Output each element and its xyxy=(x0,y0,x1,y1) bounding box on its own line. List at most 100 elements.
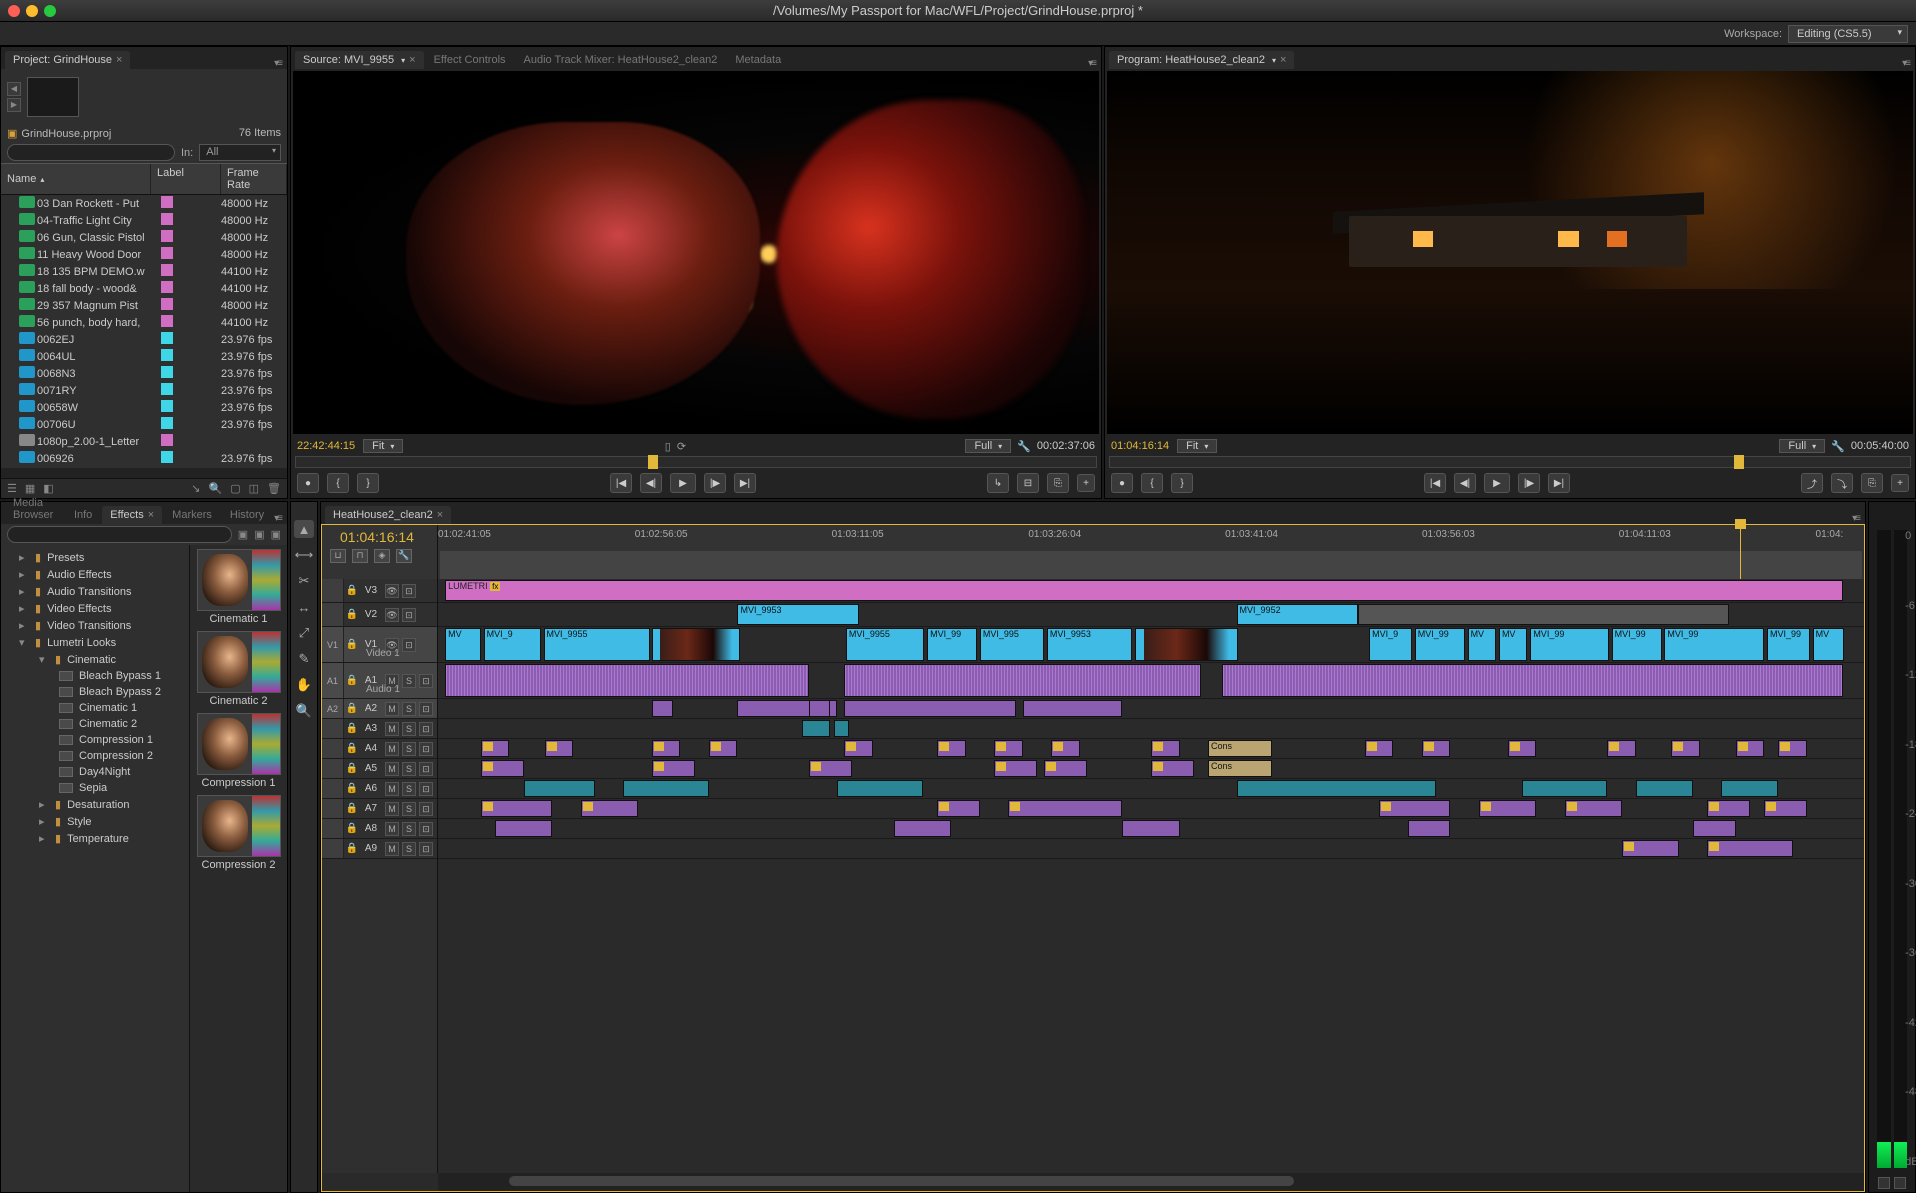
lock-icon[interactable]: 🔒 xyxy=(344,783,360,794)
source-in-timecode[interactable]: 22:42:44:15 xyxy=(297,440,355,452)
label-color[interactable] xyxy=(161,196,173,208)
sync-lock-toggle[interactable]: ⊡ xyxy=(419,782,433,796)
clip[interactable] xyxy=(837,780,923,797)
panel-menu-icon[interactable]: ▾≡ xyxy=(274,58,281,69)
clip[interactable] xyxy=(445,664,809,697)
label-color[interactable] xyxy=(161,281,173,293)
bin-list[interactable]: 03 Dan Rockett - Put 48000 Hz 04-Traffic… xyxy=(1,195,287,466)
effects-folder[interactable]: ▸▮Video Transitions xyxy=(1,617,189,634)
track-header[interactable]: 🔒 V2 👁 ⊡ xyxy=(322,603,437,627)
tool-0[interactable]: ▲ xyxy=(294,520,314,538)
toggle-output[interactable]: M xyxy=(385,742,399,756)
track-header[interactable]: 🔒 V3 👁 ⊡ xyxy=(322,579,437,603)
step-back-button[interactable]: ◀| xyxy=(640,473,662,493)
lock-icon[interactable]: 🔒 xyxy=(344,723,360,734)
close-icon[interactable]: × xyxy=(437,509,443,521)
tool-4[interactable]: ⤢ xyxy=(294,624,314,642)
clip[interactable]: MVI_9952 xyxy=(1237,604,1358,625)
bin-row[interactable]: 06 Gun, Classic Pistol 48000 Hz xyxy=(1,229,287,246)
clip[interactable] xyxy=(844,740,873,757)
clip[interactable] xyxy=(937,800,980,817)
clip[interactable] xyxy=(1707,800,1750,817)
solo-toggle[interactable]: S xyxy=(402,742,416,756)
tab-effects[interactable]: Effects× xyxy=(102,506,162,524)
lock-icon[interactable]: 🔒 xyxy=(344,675,360,686)
program-resolution-dropdown[interactable]: Full xyxy=(1779,439,1825,453)
clip[interactable] xyxy=(1778,740,1807,757)
clip[interactable]: MV xyxy=(1499,628,1528,661)
lock-icon[interactable]: 🔒 xyxy=(344,639,360,650)
next-clip-button[interactable]: ▶ xyxy=(7,98,21,112)
lumetri-thumb[interactable]: Compression 2 xyxy=(194,795,283,871)
track-header[interactable]: 🔒 A6 M S ⊡ xyxy=(322,779,437,799)
source-patch[interactable]: A2 xyxy=(322,699,344,718)
clip[interactable]: MVI_9 xyxy=(1369,628,1412,661)
clip[interactable] xyxy=(1008,800,1122,817)
program-timecode[interactable]: 01:04:16:14 xyxy=(1111,440,1169,452)
clip[interactable]: MVI_9955 xyxy=(846,628,924,661)
tab-project[interactable]: Project: GrindHouse× xyxy=(5,51,130,69)
bin-row[interactable]: 11 Heavy Wood Door 48000 Hz xyxy=(1,246,287,263)
bin-row[interactable]: 0062EJ 23.976 fps xyxy=(1,331,287,348)
automate-seq-icon[interactable]: ↘ xyxy=(191,482,200,495)
clip[interactable] xyxy=(709,740,738,757)
clip[interactable]: Cons xyxy=(1208,740,1272,757)
lock-icon[interactable]: 🔒 xyxy=(344,763,360,774)
solo-toggle[interactable]: S xyxy=(402,722,416,736)
track-header[interactable]: V1 🔒 V1 👁 ⊡ Video 1 xyxy=(322,627,437,663)
effects-folder[interactable]: ▸▮Video Effects xyxy=(1,600,189,617)
tab-markers[interactable]: Markers xyxy=(164,506,220,524)
lumetri-thumb[interactable]: Cinematic 1 xyxy=(194,549,283,625)
clip[interactable] xyxy=(809,700,830,717)
source-patch[interactable]: A1 xyxy=(322,663,344,698)
lumetri-preset[interactable]: Compression 1 xyxy=(1,732,189,748)
program-scrubber[interactable] xyxy=(1109,456,1911,468)
lumetri-thumb[interactable]: Compression 1 xyxy=(194,713,283,789)
effects-folder[interactable]: ▾▮Lumetri Looks xyxy=(1,634,189,651)
label-color[interactable] xyxy=(161,298,173,310)
effects-subfolder[interactable]: ▸▮Desaturation xyxy=(1,796,189,813)
lock-icon[interactable]: 🔒 xyxy=(344,843,360,854)
step-back-button[interactable]: ◀| xyxy=(1454,473,1476,493)
bin-row[interactable]: 29 357 Magnum Pist 48000 Hz xyxy=(1,297,287,314)
track-header[interactable]: 🔒 A7 M S ⊡ xyxy=(322,799,437,819)
source-patch[interactable] xyxy=(322,719,344,738)
overwrite-button[interactable]: ⊟ xyxy=(1017,473,1039,493)
source-patch[interactable] xyxy=(322,739,344,758)
clip[interactable] xyxy=(1707,840,1793,857)
track-header[interactable]: 🔒 A3 M S ⊡ xyxy=(322,719,437,739)
clip[interactable]: MVI_99 xyxy=(1664,628,1764,661)
lumetri-preset[interactable]: Compression 2 xyxy=(1,748,189,764)
track-area[interactable]: LUMETRI fxMVI_9953MVI_9952MVMVI_9MVI_995… xyxy=(438,579,1864,1173)
clip[interactable] xyxy=(1636,780,1693,797)
clip[interactable]: MVI_9 xyxy=(484,628,541,661)
go-to-in-button[interactable]: |◀ xyxy=(1424,473,1446,493)
panel-menu-icon[interactable]: ▾≡ xyxy=(274,513,281,524)
bin-row[interactable]: 006926 23.976 fps xyxy=(1,450,287,466)
close-icon[interactable]: × xyxy=(148,509,154,521)
clip[interactable] xyxy=(524,780,595,797)
timeline-h-scrollbar[interactable] xyxy=(438,1173,1864,1191)
clip[interactable] xyxy=(652,700,673,717)
bin-row[interactable]: 56 punch, body hard, 44100 Hz xyxy=(1,314,287,331)
clip[interactable] xyxy=(1122,820,1179,837)
clip[interactable]: MVI_99 xyxy=(1530,628,1608,661)
clip[interactable]: MVI_9953 xyxy=(737,604,858,625)
bin-row[interactable]: 00658W 23.976 fps xyxy=(1,399,287,416)
add-marker-button[interactable]: ● xyxy=(297,473,319,493)
label-color[interactable] xyxy=(161,383,173,395)
clip[interactable] xyxy=(1151,760,1194,777)
clip[interactable]: Cons xyxy=(1208,760,1272,777)
clip[interactable] xyxy=(1607,740,1636,757)
clip[interactable] xyxy=(1565,800,1622,817)
clip[interactable] xyxy=(1379,800,1450,817)
track-headers[interactable]: 🔒 V3 👁 ⊡ 🔒 V2 👁 ⊡ V1 🔒 V1 👁 ⊡ Video 1A1 … xyxy=(322,579,438,1173)
find-icon[interactable]: 🔍 xyxy=(209,482,223,495)
sync-lock-toggle[interactable]: ⊡ xyxy=(419,742,433,756)
trash-icon[interactable]: 🗑 xyxy=(267,482,281,495)
lumetri-preset[interactable]: Day4Night xyxy=(1,764,189,780)
source-monitor-view[interactable] xyxy=(293,71,1099,434)
workspace-dropdown[interactable]: Editing (CS5.5) xyxy=(1788,25,1908,43)
toggle-output[interactable]: M xyxy=(385,722,399,736)
tab-media-browser[interactable]: Media Browser xyxy=(5,494,64,524)
